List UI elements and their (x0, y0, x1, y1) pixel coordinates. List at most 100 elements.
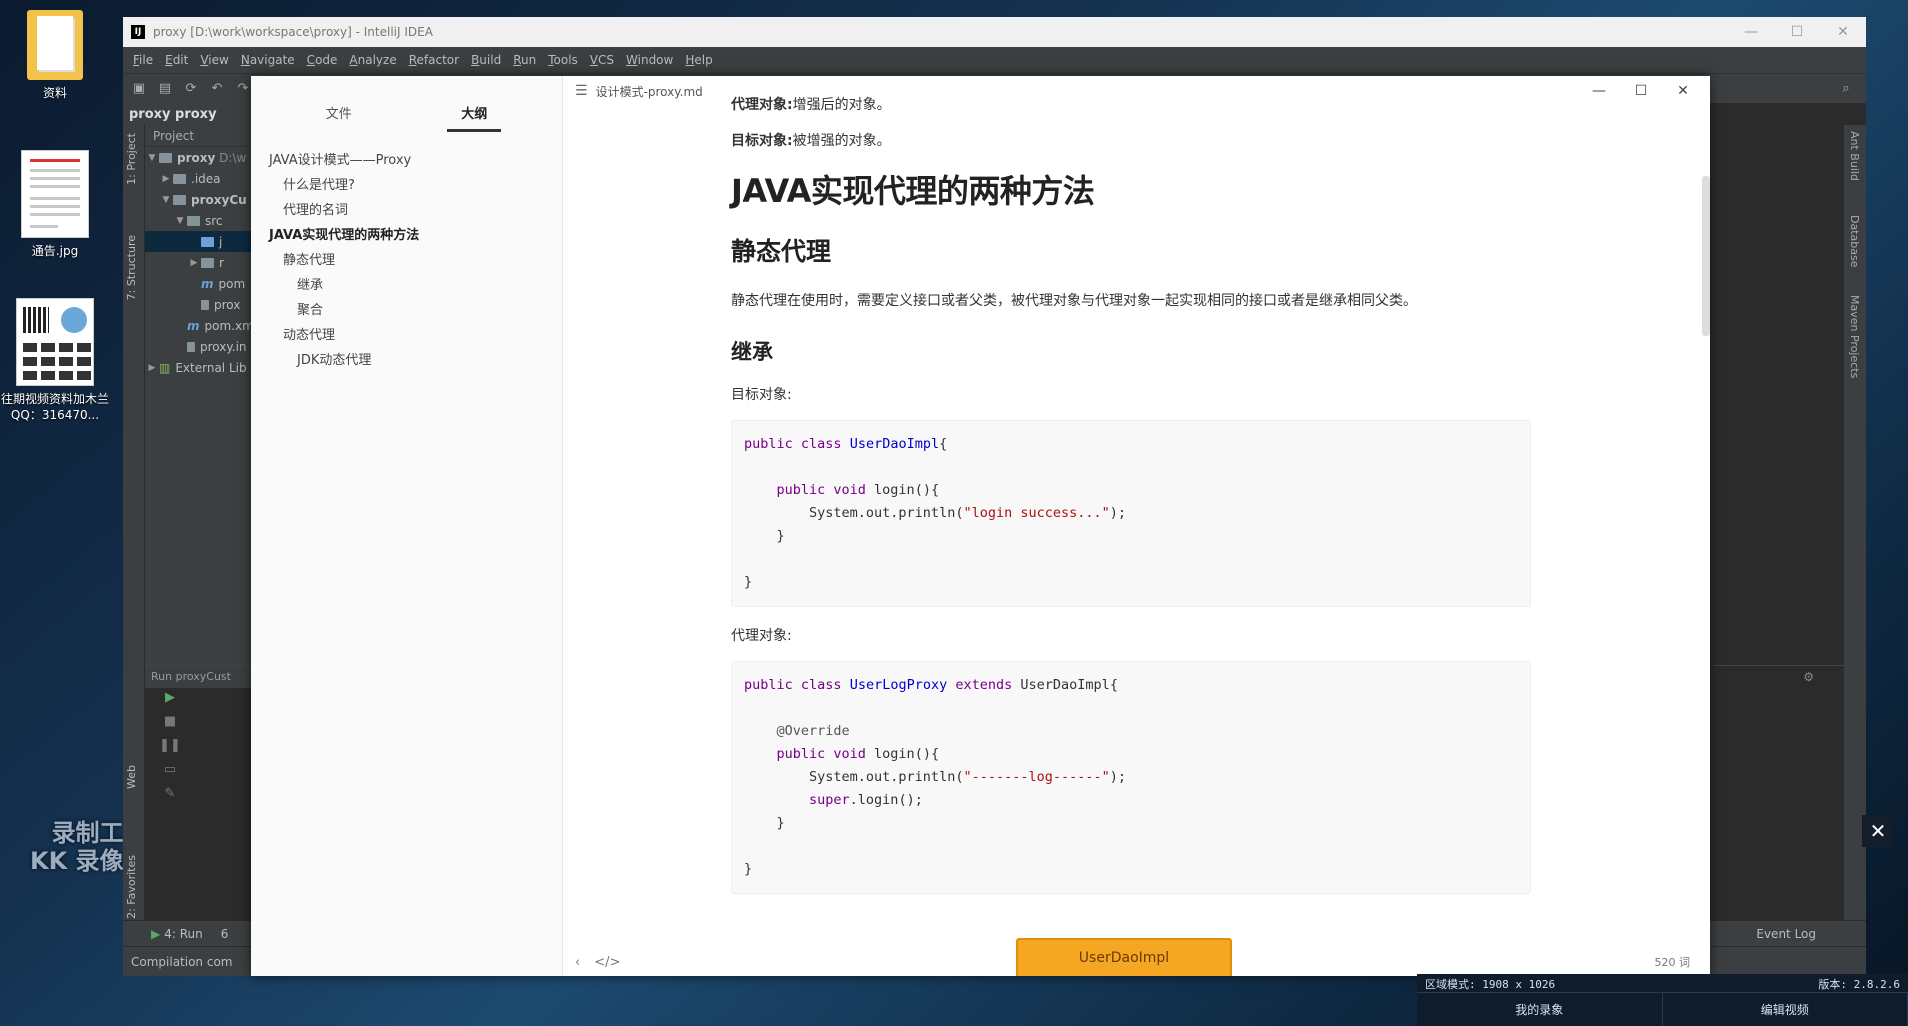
outline-item[interactable]: JAVA设计模式——Proxy (269, 148, 562, 173)
menu-navigate[interactable]: Navigate (235, 53, 301, 67)
breadcrumb[interactable]: proxy proxy (123, 103, 251, 125)
tab-project[interactable]: 1: Project (125, 133, 138, 185)
tree-row[interactable]: ▶ ▥ External Lib (145, 357, 251, 378)
tree-row[interactable]: ▼ proxyCu (145, 189, 251, 210)
rerun-icon[interactable]: ▶ (145, 690, 195, 714)
menu-file[interactable]: File (127, 53, 159, 67)
paragraph: 代理对象: (731, 628, 792, 644)
tree-row[interactable]: ▶ r (145, 252, 251, 273)
menu-build[interactable]: Build (465, 53, 507, 67)
qr-image-icon (16, 298, 94, 386)
stop-icon[interactable]: ■ (145, 714, 195, 738)
run-panel-header: Run proxyCust (145, 666, 251, 688)
tab-todo[interactable]: 6 (221, 927, 229, 941)
document-body[interactable]: 代理对象:增强后的对象。 目标对象:被增强的对象。 JAVA实现代理的两种方法 … (731, 94, 1531, 912)
outline-item[interactable]: 动态代理 (269, 323, 562, 348)
sync-icon[interactable]: ⟳ (181, 79, 201, 99)
code-block[interactable]: public class UserLogProxy extends UserDa… (731, 661, 1531, 894)
tree-row[interactable]: proxy.in (145, 336, 251, 357)
typora-window: 文件 大纲 JAVA设计模式——Proxy 什么是代理? 代理的名词 JAVA实… (251, 76, 1710, 976)
menu-help[interactable]: Help (679, 53, 718, 67)
maximize-icon[interactable]: ☐ (1774, 24, 1820, 40)
paragraph: 目标对象:被增强的对象。 (731, 133, 891, 149)
outline-item[interactable]: 代理的名词 (269, 198, 562, 223)
menu-tools[interactable]: Tools (542, 53, 584, 67)
tab-files[interactable]: 文件 (271, 103, 407, 132)
tree-row[interactable]: prox (145, 294, 251, 315)
tab-structure[interactable]: 7: Structure (125, 235, 138, 300)
document-footer: ‹ </> 520 词 (563, 948, 1710, 976)
tab-run[interactable]: 4: Run (164, 927, 203, 941)
desktop-icon-folder[interactable]: 资料 (0, 10, 110, 102)
tab-outline[interactable]: 大纲 (407, 103, 543, 132)
edit-video-button[interactable]: 编辑视频 (1663, 993, 1908, 1026)
status-text: Compilation com (131, 954, 233, 969)
outline-item[interactable]: 静态代理 (269, 248, 562, 273)
typora-sidebar: 文件 大纲 JAVA设计模式——Proxy 什么是代理? 代理的名词 JAVA实… (251, 76, 563, 976)
editor-area (1713, 125, 1844, 665)
restore-layout-icon[interactable]: ▭ (145, 762, 195, 786)
recorder-version: 版本: 2.8.2.6 (1818, 978, 1900, 991)
tab-ant-build[interactable]: Ant Build (1848, 131, 1861, 181)
desktop-icon-image[interactable]: 通告.jpg (0, 150, 110, 260)
event-log-button[interactable]: Event Log (1756, 927, 1816, 941)
source-mode-icon[interactable]: </> (594, 955, 620, 970)
paragraph: 目标对象: (731, 387, 792, 403)
paragraph: 静态代理在使用时，需要定义接口或者父类，被代理对象与代理对象一起实现相同的接口或… (731, 293, 1417, 309)
tree-row[interactable]: m pom (145, 273, 251, 294)
ide-title: proxy [D:\work\workspace\proxy] - Intell… (153, 25, 433, 39)
maximize-icon[interactable]: ☐ (1620, 83, 1662, 99)
tree-row[interactable]: mpom.xml (145, 315, 251, 336)
code-block[interactable]: public class UserDaoImpl{ public void lo… (731, 420, 1531, 607)
outline-list: JAVA设计模式——Proxy 什么是代理? 代理的名词 JAVA实现代理的两种… (251, 132, 562, 373)
menu-code[interactable]: Code (301, 53, 344, 67)
outline-item[interactable]: JAVA实现代理的两种方法 (269, 223, 562, 248)
pause-icon[interactable]: ❚❚ (145, 738, 195, 762)
outline-item[interactable]: 继承 (269, 273, 562, 298)
scrollbar[interactable] (1702, 176, 1710, 336)
search-icon[interactable]: ⌕ (1836, 79, 1856, 99)
menu-bar: File Edit View Navigate Code Analyze Ref… (123, 47, 1866, 73)
redo-icon[interactable]: ↷ (233, 79, 253, 99)
tree-row[interactable]: ▶ .idea (145, 168, 251, 189)
image-file-icon (21, 150, 89, 238)
minimize-icon[interactable]: — (1728, 24, 1774, 40)
menu-vcs[interactable]: VCS (584, 53, 620, 67)
close-icon[interactable]: ✕ (1820, 24, 1866, 40)
sidebar-toggle-icon[interactable]: ‹ (575, 955, 580, 970)
pin-icon[interactable]: ✎ (145, 786, 195, 810)
menu-view[interactable]: View (194, 53, 234, 67)
outline-item[interactable]: JDK动态代理 (269, 348, 562, 373)
menu-run[interactable]: Run (507, 53, 542, 67)
tab-database[interactable]: Database (1848, 215, 1861, 268)
menu-analyze[interactable]: Analyze (343, 53, 402, 67)
project-panel-header: Project (145, 125, 251, 147)
menu-window[interactable]: Window (620, 53, 679, 67)
menu-edit[interactable]: Edit (159, 53, 194, 67)
tree-row[interactable]: ▼ proxy D:\w (145, 147, 251, 168)
outline-item[interactable]: 聚合 (269, 298, 562, 323)
heading-3: 继承 (731, 340, 773, 364)
open-folder-icon[interactable]: ▣ (129, 79, 149, 99)
settings-icon[interactable]: ⚙ (1803, 670, 1814, 684)
menu-refactor[interactable]: Refactor (403, 53, 465, 67)
outline-item[interactable]: 什么是代理? (269, 173, 562, 198)
tab-favorites[interactable]: 2: Favorites (125, 855, 138, 919)
intellij-logo-icon: IJ (131, 25, 145, 39)
folder-icon (27, 10, 83, 80)
heading-1: JAVA实现代理的两种方法 (731, 172, 1095, 210)
minimize-icon[interactable]: — (1578, 83, 1620, 99)
desktop-icon-qr[interactable]: 往期视频资料加木兰QQ：316470... (0, 298, 110, 423)
save-icon[interactable]: ▤ (155, 79, 175, 99)
undo-icon[interactable]: ↶ (207, 79, 227, 99)
word-count: 520 词 (1654, 956, 1691, 969)
close-icon[interactable]: ✕ (1862, 815, 1894, 847)
tree-row[interactable]: ▼ src (145, 210, 251, 231)
my-recordings-button[interactable]: 我的录象 (1417, 993, 1663, 1026)
tab-web[interactable]: Web (125, 765, 138, 789)
close-icon[interactable]: ✕ (1662, 83, 1704, 99)
menu-icon[interactable]: ☰ (575, 83, 588, 99)
tree-row[interactable]: j (145, 231, 251, 252)
tab-maven-projects[interactable]: Maven Projects (1848, 295, 1861, 378)
project-panel: Project ▼ proxy D:\w ▶ .idea ▼ proxyCu ▼ src… (145, 125, 251, 665)
